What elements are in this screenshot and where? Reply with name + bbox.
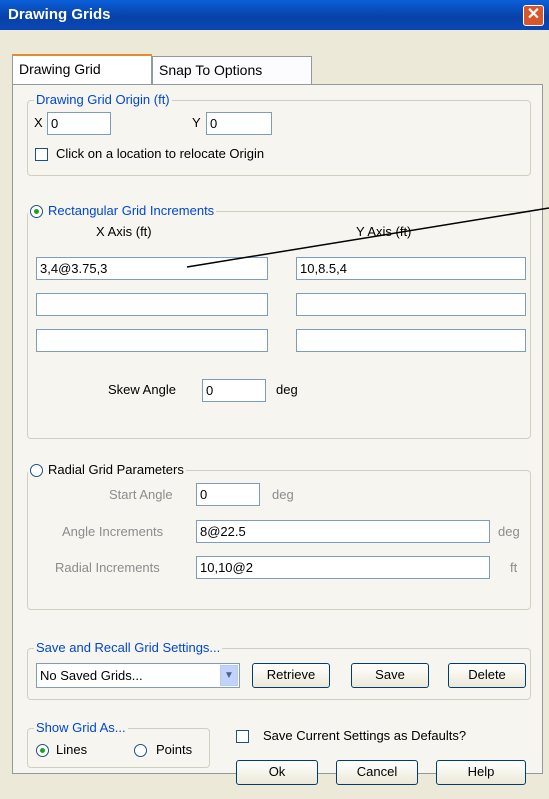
show-grid-as-group-label: Show Grid As... xyxy=(34,720,128,735)
radial-group-label: Radial Grid Parameters xyxy=(48,462,184,477)
origin-x-label: X xyxy=(34,115,43,130)
start-angle-unit: deg xyxy=(272,487,294,502)
relocate-origin-checkbox[interactable] xyxy=(35,148,48,161)
origin-y-label: Y xyxy=(192,115,201,130)
y-axis-header: Y Axis (ft) xyxy=(356,224,412,239)
tab-drawing-grid[interactable]: Drawing Grid xyxy=(12,54,152,84)
rectangular-radio[interactable] xyxy=(30,205,43,219)
skew-angle-unit: deg xyxy=(276,382,298,397)
y-increment-input-1[interactable]: 10,8.5,4 xyxy=(296,257,526,280)
save-recall-group: Save and Recall Grid Settings... No Save… xyxy=(27,640,531,700)
x-increment-input-1[interactable]: 3,4@3.75,3 xyxy=(36,257,268,280)
window-title: Drawing Grids xyxy=(8,6,111,23)
saved-grids-combo[interactable]: No Saved Grids... ▼ xyxy=(36,663,240,688)
save-defaults-label: Save Current Settings as Defaults? xyxy=(263,728,467,743)
save-recall-group-label: Save and Recall Grid Settings... xyxy=(34,640,223,655)
save-defaults-checkbox[interactable] xyxy=(236,730,249,743)
lines-label: Lines xyxy=(56,742,88,757)
start-angle-label: Start Angle xyxy=(109,487,173,502)
origin-group: Drawing Grid Origin (ft) X 0 Y 0 Click o… xyxy=(27,92,531,176)
origin-group-label: Drawing Grid Origin (ft) xyxy=(34,92,172,107)
retrieve-button[interactable]: Retrieve xyxy=(252,663,330,688)
angle-increments-unit: deg xyxy=(498,524,520,539)
points-label: Points xyxy=(156,742,193,757)
angle-increments-label: Angle Increments xyxy=(62,524,164,539)
y-increment-input-3[interactable] xyxy=(296,329,526,352)
close-icon[interactable]: ✕ xyxy=(523,5,544,26)
start-angle-input[interactable]: 0 xyxy=(196,483,260,506)
y-increment-input-2[interactable] xyxy=(296,293,526,316)
rectangular-group-header: Rectangular Grid Increments xyxy=(28,203,217,219)
relocate-origin-label: Click on a location to relocate Origin xyxy=(56,146,265,161)
cancel-button[interactable]: Cancel xyxy=(336,760,418,785)
ok-button[interactable]: Ok xyxy=(236,760,318,785)
radial-increments-input[interactable]: 10,10@2 xyxy=(196,556,490,579)
rectangular-group-label: Rectangular Grid Increments xyxy=(48,203,215,218)
saved-grids-combo-value: No Saved Grids... xyxy=(40,668,143,683)
tab-panel: Drawing Grid Origin (ft) X 0 Y 0 Click o… xyxy=(12,84,543,785)
delete-button[interactable]: Delete xyxy=(448,663,526,688)
show-grid-as-group: Show Grid As... Lines Points xyxy=(27,720,210,768)
origin-y-input[interactable]: 0 xyxy=(206,112,272,135)
angle-increments-input[interactable]: 8@22.5 xyxy=(196,520,490,543)
help-button[interactable]: Help xyxy=(436,760,526,785)
x-increment-input-2[interactable] xyxy=(36,293,268,316)
lines-radio[interactable] xyxy=(36,744,49,757)
save-button[interactable]: Save xyxy=(351,663,429,688)
drawing-grids-dialog: Drawing Grids ✕ Drawing Grid Snap To Opt… xyxy=(0,0,549,799)
rectangular-group: Rectangular Grid Increments X Axis (ft) … xyxy=(27,203,531,439)
skew-angle-label: Skew Angle xyxy=(108,382,176,397)
tab-snap-to-options[interactable]: Snap To Options xyxy=(152,56,312,84)
radial-group: Radial Grid Parameters Start Angle 0 deg… xyxy=(27,462,531,610)
origin-x-input[interactable]: 0 xyxy=(47,112,111,135)
radial-group-header: Radial Grid Parameters xyxy=(28,462,186,478)
x-increment-input-3[interactable] xyxy=(36,329,268,352)
radial-increments-unit: ft xyxy=(510,560,518,575)
skew-angle-input[interactable]: 0 xyxy=(202,379,266,402)
points-radio[interactable] xyxy=(134,744,147,757)
chevron-down-icon[interactable]: ▼ xyxy=(220,665,238,686)
radial-radio[interactable] xyxy=(30,464,43,478)
x-axis-header: X Axis (ft) xyxy=(96,224,152,239)
radial-increments-label: Radial Increments xyxy=(55,560,160,575)
title-bar[interactable]: Drawing Grids ✕ xyxy=(0,0,549,30)
